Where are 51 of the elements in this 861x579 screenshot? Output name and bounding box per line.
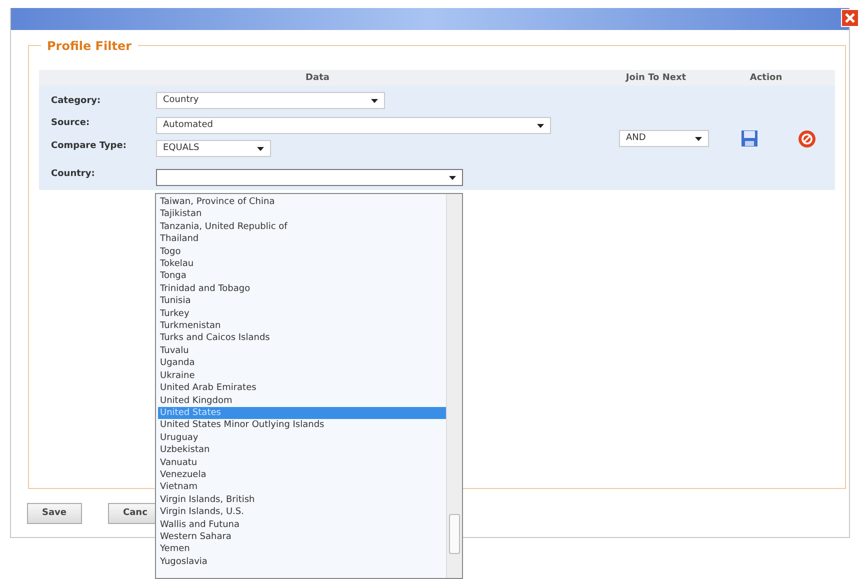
- list-option[interactable]: Vanuatu: [158, 456, 446, 469]
- list-option[interactable]: United States Minor Outlying Islands: [158, 419, 446, 432]
- dropdown-arrow-icon: [537, 124, 544, 128]
- save-button[interactable]: Save: [27, 503, 82, 524]
- column-header: Action: [748, 72, 784, 85]
- list-option[interactable]: Venezuela: [158, 468, 446, 482]
- list-option[interactable]: Vietnam: [158, 481, 446, 494]
- list-option[interactable]: United Kingdom: [158, 394, 446, 407]
- field-value: AND: [626, 132, 646, 145]
- list-option[interactable]: Uzbekistan: [158, 444, 446, 457]
- join-dropdown[interactable]: AND: [619, 130, 709, 147]
- list-option[interactable]: Tajikistan: [158, 208, 446, 221]
- list-option[interactable]: Yugoslavia: [158, 556, 446, 568]
- list-option[interactable]: Tonga: [158, 270, 446, 283]
- list-option[interactable]: Turks and Caicos Islands: [158, 332, 446, 345]
- column-header: Data: [304, 72, 330, 85]
- dropdown-field[interactable]: [156, 169, 463, 186]
- field-label: Source:: [51, 117, 91, 130]
- dropdown-arrow-icon: [371, 98, 378, 102]
- dropdown-arrow-icon: [257, 146, 264, 150]
- list-option[interactable]: United Arab Emirates: [158, 382, 446, 394]
- field-label: Category:: [51, 95, 102, 108]
- field-value: EQUALS: [163, 142, 200, 155]
- scrollbar[interactable]: [446, 194, 462, 578]
- list-option[interactable]: Trinidad and Tobago: [158, 282, 446, 296]
- field-label: Compare Type:: [51, 140, 128, 152]
- dropdown-arrow-icon: [449, 176, 456, 180]
- column-header: Join To Next: [624, 72, 688, 85]
- dropdown-arrow-icon: [695, 136, 702, 140]
- dropdown-field[interactable]: Country: [156, 92, 385, 109]
- list-option[interactable]: Togo: [158, 246, 446, 258]
- list-option[interactable]: Ukraine: [158, 370, 446, 382]
- list-option[interactable]: Western Sahara: [158, 530, 446, 544]
- field-value: Country: [163, 94, 199, 107]
- close-icon: [845, 13, 855, 23]
- list-option[interactable]: Tuvalu: [158, 344, 446, 358]
- list-option[interactable]: Yemen: [158, 543, 446, 556]
- list-option[interactable]: Tanzania, United Republic of: [158, 220, 446, 234]
- field-label: Country:: [51, 168, 96, 181]
- list-option[interactable]: Tunisia: [158, 295, 446, 308]
- list-option[interactable]: Thailand: [158, 233, 446, 246]
- list-option[interactable]: Turkmenistan: [158, 320, 446, 332]
- list-option[interactable]: Taiwan, Province of China: [158, 196, 446, 208]
- list-option[interactable]: Turkey: [158, 308, 446, 320]
- dropdown-field[interactable]: EQUALS: [156, 140, 271, 157]
- list-option[interactable]: Tokelau: [158, 258, 446, 270]
- field-value: Automated: [163, 118, 213, 132]
- list-option[interactable]: Uganda: [158, 357, 446, 370]
- close-button[interactable]: [841, 9, 859, 27]
- list-option[interactable]: Uruguay: [158, 432, 446, 444]
- dropdown-field[interactable]: Automated: [156, 117, 551, 134]
